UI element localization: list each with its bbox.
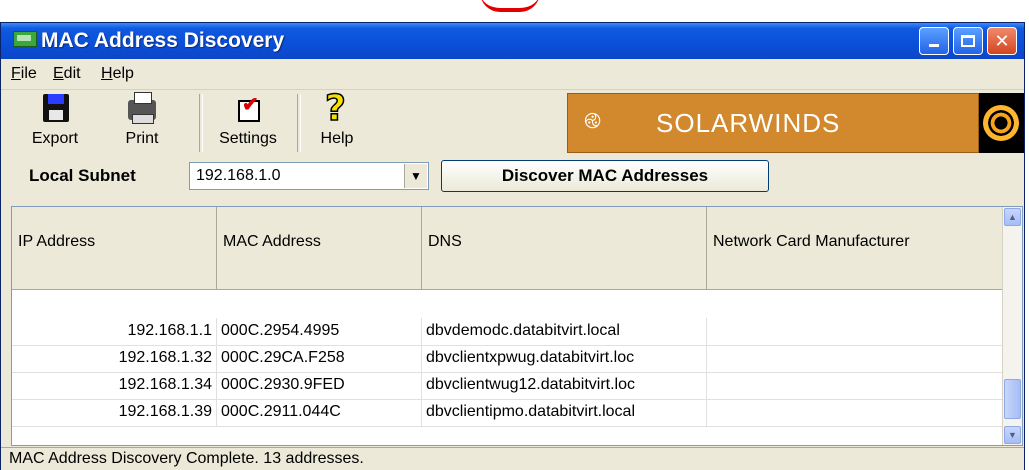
close-icon: ✕ bbox=[994, 31, 1010, 51]
column-header-mac[interactable]: MAC Address bbox=[217, 207, 422, 289]
settings-label: Settings bbox=[219, 130, 277, 147]
cell-mac: 000C.2911.044C bbox=[217, 399, 422, 426]
settings-button[interactable]: Settings bbox=[207, 92, 289, 152]
scroll-up-icon[interactable]: ▲ bbox=[1004, 208, 1021, 226]
question-mark-icon: ? bbox=[324, 87, 346, 130]
cell-manufacturer bbox=[707, 345, 1004, 372]
export-label: Export bbox=[31, 130, 79, 147]
column-header-ip[interactable]: IP Address bbox=[12, 207, 217, 289]
dropdown-arrow-icon[interactable]: ▼ bbox=[404, 164, 427, 188]
printer-icon bbox=[124, 92, 160, 126]
status-text: MAC Address Discovery Complete. 13 addre… bbox=[9, 450, 364, 467]
cell-manufacturer bbox=[707, 372, 1004, 399]
print-label: Print bbox=[125, 130, 159, 147]
cell-dns: dbvclientwug12.databitvirt.loc bbox=[422, 372, 707, 399]
export-button[interactable]: Export bbox=[23, 92, 87, 152]
minimize-icon bbox=[929, 44, 939, 47]
vertical-scrollbar[interactable]: ▲ ▼ bbox=[1002, 207, 1022, 445]
cell-mac: 000C.2954.4995 bbox=[217, 318, 422, 345]
cell-ip: 192.168.1.32 bbox=[12, 345, 217, 372]
subnet-combobox[interactable]: 192.168.1.0 ▼ bbox=[189, 162, 429, 190]
table-row[interactable]: 192.168.1.39 000C.2911.044C dbvclientipm… bbox=[12, 399, 1004, 427]
cell-mac: 000C.29CA.F258 bbox=[217, 345, 422, 372]
status-bar: MAC Address Discovery Complete. 13 addre… bbox=[1, 447, 1024, 470]
menu-bar: File Edit Help bbox=[1, 59, 1024, 90]
toolbar-separator bbox=[297, 94, 301, 152]
toolbar: Export Print Settings ? Help ࿋ SOLARWIND… bbox=[1, 87, 1024, 156]
main-window: MAC Address Discovery ✕ File Edit Help E… bbox=[0, 22, 1025, 470]
subnet-row: Local Subnet 192.168.1.0 ▼ Discover MAC … bbox=[1, 156, 1024, 198]
cell-mac: 000C.2930.9FED bbox=[217, 372, 422, 399]
table-row[interactable]: 192.168.1.34 000C.2930.9FED dbvclientwug… bbox=[12, 372, 1004, 400]
subnet-label: Local Subnet bbox=[29, 166, 136, 185]
discover-mac-addresses-button[interactable]: Discover MAC Addresses bbox=[441, 160, 769, 192]
cell-ip: 192.168.1.39 bbox=[12, 399, 217, 426]
app-icon bbox=[13, 31, 37, 47]
checkbox-icon bbox=[230, 92, 266, 126]
title-bar[interactable]: MAC Address Discovery ✕ bbox=[1, 23, 1024, 59]
maximize-button[interactable] bbox=[953, 27, 983, 55]
print-button[interactable]: Print bbox=[111, 92, 173, 152]
menu-file[interactable]: File bbox=[11, 65, 37, 83]
menu-edit[interactable]: Edit bbox=[53, 65, 81, 83]
toolbar-separator bbox=[199, 94, 203, 152]
brand-name: SOLARWINDS bbox=[656, 108, 841, 138]
cell-ip: 192.168.1.1 bbox=[12, 318, 217, 345]
column-header-manufacturer[interactable]: Network Card Manufacturer bbox=[707, 207, 1004, 289]
minimize-button[interactable] bbox=[919, 27, 949, 55]
window-title: MAC Address Discovery bbox=[41, 29, 285, 52]
table-row[interactable]: 192.168.1.32 000C.29CA.F258 dbvclientxpw… bbox=[12, 345, 1004, 373]
floppy-disk-icon bbox=[37, 92, 73, 126]
scroll-down-icon[interactable]: ▼ bbox=[1004, 426, 1021, 444]
help-button[interactable]: ? Help bbox=[311, 87, 363, 152]
menu-help[interactable]: Help bbox=[101, 65, 134, 83]
maximize-icon bbox=[961, 35, 975, 47]
close-button[interactable]: ✕ bbox=[987, 27, 1017, 55]
cell-manufacturer bbox=[707, 318, 1004, 345]
help-label: Help bbox=[320, 130, 354, 147]
subnet-value: 192.168.1.0 bbox=[196, 167, 281, 184]
solarwinds-logo bbox=[979, 93, 1024, 153]
cell-ip: 192.168.1.34 bbox=[12, 372, 217, 399]
table-header: IP Address MAC Address DNS Network Card … bbox=[12, 207, 1004, 290]
cell-dns: dbvclientipmo.databitvirt.local bbox=[422, 399, 707, 426]
scroll-thumb[interactable] bbox=[1004, 379, 1021, 419]
solarwinds-banner[interactable]: ࿋ SOLARWINDS bbox=[567, 93, 979, 153]
cell-dns: dbvdemodc.databitvirt.local bbox=[422, 318, 707, 345]
results-table: IP Address MAC Address DNS Network Card … bbox=[11, 206, 1023, 446]
column-header-dns[interactable]: DNS bbox=[422, 207, 707, 289]
cell-dns: dbvclientxpwug.databitvirt.loc bbox=[422, 345, 707, 372]
swirl-icon: ࿋ bbox=[584, 108, 602, 133]
table-row[interactable]: 192.168.1.1 000C.2954.4995 dbvdemodc.dat… bbox=[12, 318, 1004, 346]
top-banner-fragment bbox=[0, 0, 1029, 22]
cell-manufacturer bbox=[707, 399, 1004, 426]
